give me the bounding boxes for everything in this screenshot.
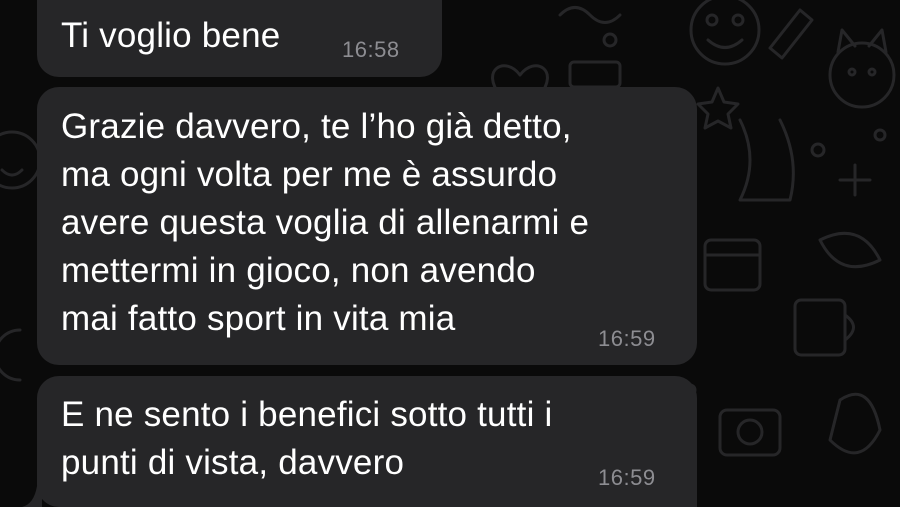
message-text: E ne sento i benefici sotto tutti i punt…: [61, 395, 553, 482]
bubble-tail-icon: [22, 476, 42, 507]
message-timestamp: 16:58: [342, 37, 400, 62]
cat-doodle-icon: [828, 41, 896, 109]
moon-doodle-icon: [0, 328, 22, 382]
sandal-doodle-icon: [828, 392, 882, 455]
hand-doodle-icon: [738, 118, 795, 202]
message-bubble-incoming[interactable]: Ti voglio bene 16:58: [37, 0, 442, 77]
squiggle-doodle-icon: [558, 6, 622, 24]
chat-view: Ti voglio bene 16:58 Grazie davvero, te …: [0, 0, 900, 507]
message-timestamp: 16:59: [598, 326, 656, 351]
message-bubble-incoming[interactable]: E ne sento i benefici sotto tutti i punt…: [37, 376, 697, 507]
smiley-doodle-icon: [689, 0, 761, 66]
leaf-doodle-icon: [818, 231, 882, 269]
box-doodle-icon: [568, 60, 622, 89]
star-doodle-icon: [696, 86, 740, 130]
pencil-doodle-icon: [768, 8, 814, 60]
message-text: Ti voglio bene: [61, 16, 281, 55]
mug-doodle-icon: [793, 298, 847, 357]
plus-doodle-icon: [838, 163, 872, 197]
camera-doodle-icon: [718, 408, 782, 457]
message-timestamp: 16:59: [598, 465, 656, 490]
face-doodle-icon: [0, 130, 42, 190]
message-text: Grazie davvero, te l’ho già detto, ma og…: [61, 107, 590, 338]
message-bubble-incoming[interactable]: Grazie davvero, te l’ho già detto, ma og…: [37, 87, 697, 365]
calendar-doodle-icon: [703, 238, 762, 292]
